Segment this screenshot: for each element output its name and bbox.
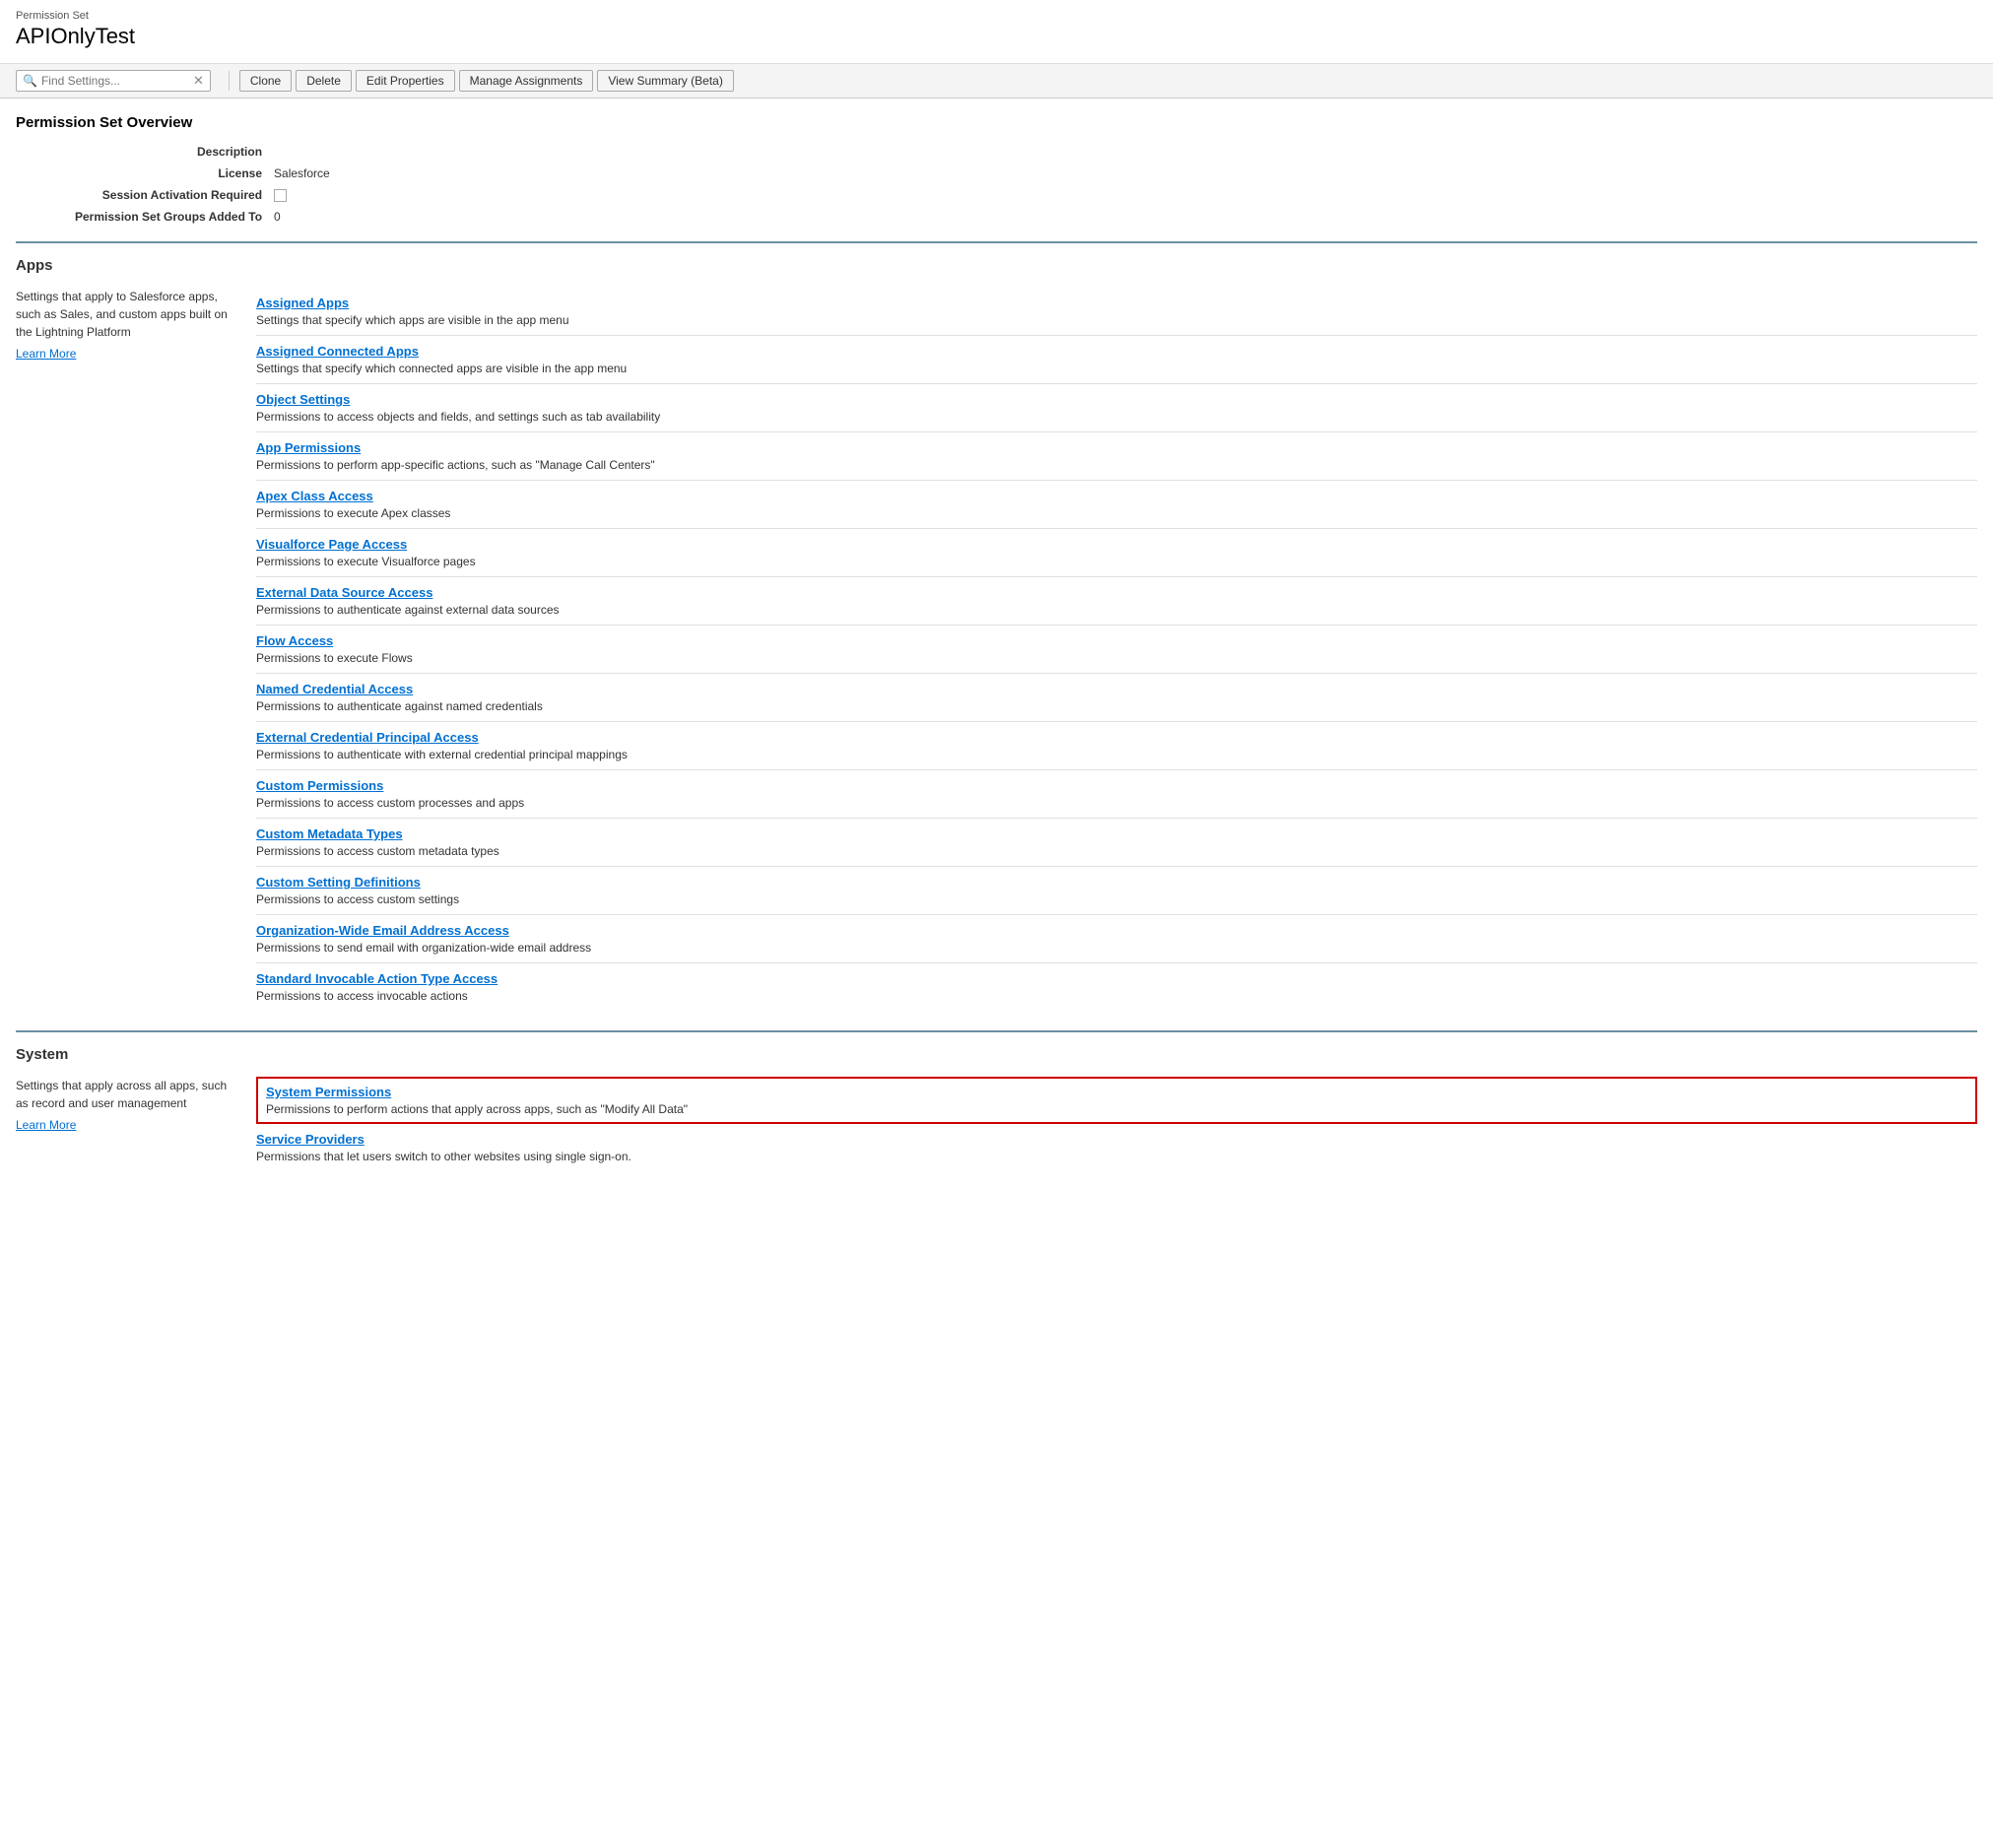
- setting-row: External Data Source Access Permissions …: [256, 577, 1977, 626]
- apps-left-col: Settings that apply to Salesforce apps, …: [16, 288, 233, 1011]
- psg-label: Permission Set Groups Added To: [75, 208, 262, 226]
- setting-row: Custom Setting Definitions Permissions t…: [256, 867, 1977, 915]
- named-credential-access-desc: Permissions to authenticate against name…: [256, 699, 543, 713]
- delete-button[interactable]: Delete: [296, 70, 352, 92]
- setting-row: Organization-Wide Email Address Access P…: [256, 915, 1977, 963]
- assigned-apps-desc: Settings that specify which apps are vis…: [256, 313, 569, 327]
- apps-section-title: Apps: [16, 257, 1977, 274]
- standard-invocable-action-link[interactable]: Standard Invocable Action Type Access: [256, 971, 1977, 986]
- system-two-col: Settings that apply across all apps, suc…: [16, 1077, 1977, 1171]
- apps-section: Apps Settings that apply to Salesforce a…: [16, 241, 1977, 1030]
- apps-description: Settings that apply to Salesforce apps, …: [16, 290, 228, 339]
- edit-properties-button[interactable]: Edit Properties: [356, 70, 455, 92]
- setting-row: Flow Access Permissions to execute Flows: [256, 626, 1977, 674]
- system-right-col: System Permissions Permissions to perfor…: [256, 1077, 1977, 1171]
- org-wide-email-access-link[interactable]: Organization-Wide Email Address Access: [256, 923, 1977, 938]
- app-permissions-link[interactable]: App Permissions: [256, 440, 1977, 455]
- object-settings-desc: Permissions to access objects and fields…: [256, 410, 660, 424]
- object-settings-link[interactable]: Object Settings: [256, 392, 1977, 407]
- system-description: Settings that apply across all apps, suc…: [16, 1079, 227, 1110]
- psg-value: 0: [274, 208, 764, 226]
- session-activation-checkbox[interactable]: [274, 189, 287, 202]
- description-value: [274, 143, 764, 161]
- search-icon: 🔍: [23, 74, 37, 88]
- flow-access-link[interactable]: Flow Access: [256, 633, 1977, 648]
- assigned-connected-apps-link[interactable]: Assigned Connected Apps: [256, 344, 1977, 359]
- custom-setting-definitions-link[interactable]: Custom Setting Definitions: [256, 875, 1977, 890]
- system-permissions-row: System Permissions Permissions to perfor…: [256, 1077, 1977, 1124]
- custom-metadata-types-link[interactable]: Custom Metadata Types: [256, 826, 1977, 841]
- setting-row: Apex Class Access Permissions to execute…: [256, 481, 1977, 529]
- overview-grid: Description License Salesforce Session A…: [75, 143, 764, 226]
- view-summary-button[interactable]: View Summary (Beta): [597, 70, 733, 92]
- org-wide-email-access-desc: Permissions to send email with organizat…: [256, 941, 591, 955]
- setting-row: Custom Metadata Types Permissions to acc…: [256, 819, 1977, 867]
- custom-metadata-types-desc: Permissions to access custom metadata ty…: [256, 844, 499, 858]
- custom-permissions-link[interactable]: Custom Permissions: [256, 778, 1977, 793]
- search-input[interactable]: [41, 74, 189, 88]
- system-section-title: System: [16, 1046, 1977, 1063]
- app-permissions-desc: Permissions to perform app-specific acti…: [256, 458, 655, 472]
- setting-row: Object Settings Permissions to access ob…: [256, 384, 1977, 432]
- named-credential-access-link[interactable]: Named Credential Access: [256, 682, 1977, 696]
- setting-row: App Permissions Permissions to perform a…: [256, 432, 1977, 481]
- license-label: License: [75, 165, 262, 182]
- external-data-source-access-link[interactable]: External Data Source Access: [256, 585, 1977, 600]
- service-providers-desc: Permissions that let users switch to oth…: [256, 1150, 631, 1163]
- setting-row: External Credential Principal Access Per…: [256, 722, 1977, 770]
- external-credential-principal-access-desc: Permissions to authenticate with externa…: [256, 748, 628, 761]
- assigned-connected-apps-desc: Settings that specify which connected ap…: [256, 362, 627, 375]
- custom-setting-definitions-desc: Permissions to access custom settings: [256, 892, 459, 906]
- flow-access-desc: Permissions to execute Flows: [256, 651, 413, 665]
- setting-row: Custom Permissions Permissions to access…: [256, 770, 1977, 819]
- apps-learn-more[interactable]: Learn More: [16, 345, 233, 363]
- external-credential-principal-access-link[interactable]: External Credential Principal Access: [256, 730, 1977, 745]
- manage-assignments-button[interactable]: Manage Assignments: [459, 70, 594, 92]
- visualforce-page-access-link[interactable]: Visualforce Page Access: [256, 537, 1977, 552]
- visualforce-page-access-desc: Permissions to execute Visualforce pages: [256, 555, 476, 568]
- main-content: Permission Set Overview Description Lice…: [0, 99, 1993, 1191]
- session-activation-value: [274, 186, 764, 204]
- clone-button[interactable]: Clone: [239, 70, 292, 92]
- description-label: Description: [75, 143, 262, 161]
- apps-right-col: Assigned Apps Settings that specify whic…: [256, 288, 1977, 1011]
- apex-class-access-link[interactable]: Apex Class Access: [256, 489, 1977, 503]
- breadcrumb: Permission Set: [16, 10, 1977, 22]
- apex-class-access-desc: Permissions to execute Apex classes: [256, 506, 450, 520]
- setting-row: Named Credential Access Permissions to a…: [256, 674, 1977, 722]
- standard-invocable-action-desc: Permissions to access invocable actions: [256, 989, 468, 1003]
- custom-permissions-desc: Permissions to access custom processes a…: [256, 796, 524, 810]
- license-value: Salesforce: [274, 165, 764, 182]
- clear-search-icon[interactable]: ✕: [193, 73, 204, 89]
- service-providers-row: Service Providers Permissions that let u…: [256, 1124, 1977, 1171]
- setting-row: Assigned Connected Apps Settings that sp…: [256, 336, 1977, 384]
- overview-title: Permission Set Overview: [16, 114, 1977, 131]
- session-activation-label: Session Activation Required: [75, 186, 262, 204]
- header-section: Permission Set APIOnlyTest: [0, 0, 1993, 64]
- page-title: APIOnlyTest: [16, 24, 1977, 49]
- external-data-source-access-desc: Permissions to authenticate against exte…: [256, 603, 560, 617]
- setting-row: Standard Invocable Action Type Access Pe…: [256, 963, 1977, 1011]
- apps-two-col: Settings that apply to Salesforce apps, …: [16, 288, 1977, 1011]
- setting-row: Visualforce Page Access Permissions to e…: [256, 529, 1977, 577]
- system-permissions-link[interactable]: System Permissions: [266, 1085, 1967, 1099]
- setting-row: Assigned Apps Settings that specify whic…: [256, 288, 1977, 336]
- system-permissions-desc: Permissions to perform actions that appl…: [266, 1102, 688, 1116]
- toolbar-divider: [229, 71, 230, 91]
- system-learn-more[interactable]: Learn More: [16, 1116, 233, 1134]
- system-section: System Settings that apply across all ap…: [16, 1030, 1977, 1191]
- system-left-col: Settings that apply across all apps, suc…: [16, 1077, 233, 1171]
- assigned-apps-link[interactable]: Assigned Apps: [256, 296, 1977, 310]
- search-container[interactable]: 🔍 ✕: [16, 70, 211, 92]
- toolbar: 🔍 ✕ Clone Delete Edit Properties Manage …: [0, 64, 1993, 99]
- service-providers-link[interactable]: Service Providers: [256, 1132, 1977, 1147]
